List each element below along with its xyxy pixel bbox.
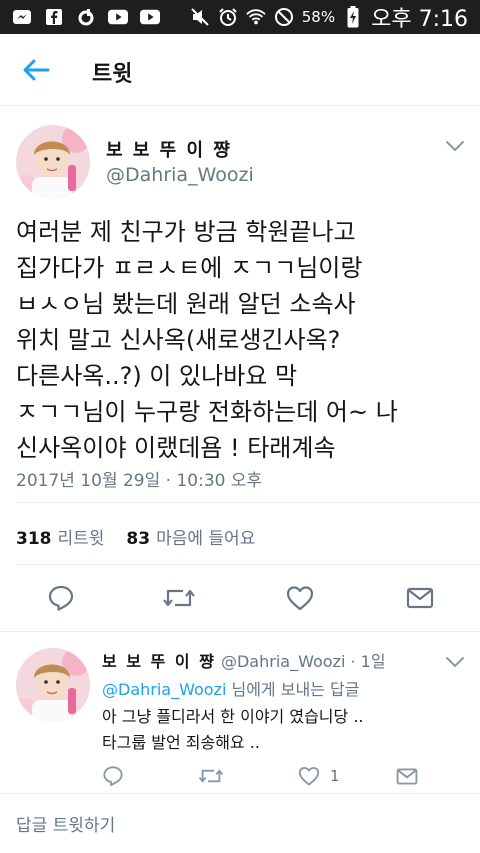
engagement-counts: 318 리트윗 83 마음에 들어요 <box>16 524 255 549</box>
tweet-text-line: 다른사옥..?) 이 있나바요 막 <box>16 362 298 390</box>
chevron-down-icon <box>446 657 464 668</box>
reply-tweet[interactable]: 보 보 뚜 이 쨩 @Dahria_Woozi · 1일 @Dahria_Woo… <box>0 632 480 794</box>
reply-actions: 1 <box>0 762 480 792</box>
kakaostory-icon <box>76 8 96 26</box>
mute-icon <box>190 8 210 26</box>
like-button[interactable] <box>283 582 317 614</box>
divider <box>16 564 480 565</box>
tweet-text-line: 신사옥이야 이랬데욤 ! 타래계속 <box>16 434 336 462</box>
app-bar: 트윗 <box>0 34 480 106</box>
retweet-count[interactable]: 318 <box>16 529 52 549</box>
retweet-icon <box>163 589 195 607</box>
tweet-text-line: ㅈㄱㄱ님이 누구랑 전화하는데 어~ 나 <box>16 398 398 426</box>
main-tweet: 보 보 뚜 이 쨩 @Dahria_Woozi 여러분 제 친구가 방금 학원끝… <box>0 106 480 632</box>
envelope-icon <box>396 767 418 785</box>
heart-icon <box>298 767 320 786</box>
tweet-actions <box>0 582 480 622</box>
chevron-down-icon <box>446 141 464 152</box>
reply-button[interactable] <box>102 762 124 790</box>
facebook-icon <box>44 8 64 26</box>
like-button[interactable]: 1 <box>298 762 340 790</box>
reply-text-line: 타그룹 발언 죄송해요 .. <box>102 733 260 752</box>
status-bar-system: 58% 오후 7:16 <box>190 0 468 34</box>
display-name[interactable]: 보 보 뚜 이 쨩 <box>102 652 216 671</box>
user-handle[interactable]: @Dahria_Woozi <box>106 164 254 186</box>
like-count: 1 <box>330 767 340 785</box>
tweet-menu-button[interactable] <box>444 138 466 152</box>
reply-text: 아 그냥 플디라서 한 이야기 였습니당 .. 타그룹 발언 죄송해요 .. <box>102 704 364 756</box>
messenger-icon <box>12 8 32 26</box>
retweet-button[interactable] <box>162 582 196 614</box>
mention-link[interactable]: @Dahria_Woozi <box>102 680 226 699</box>
status-bar: 58% 오후 7:16 <box>0 0 480 34</box>
direct-message-button[interactable] <box>403 582 437 614</box>
retweet-icon <box>198 769 224 783</box>
reply-icon <box>103 766 123 786</box>
tweet-text-line: 여러분 제 친구가 방금 학원끝나고 <box>16 218 356 246</box>
do-not-disturb-icon <box>274 8 294 26</box>
alarm-icon <box>218 8 238 26</box>
status-bar-notifications <box>12 0 160 34</box>
reply-to: @Dahria_Woozi 님에게 보내는 답글 <box>102 676 359 700</box>
youtube-icon <box>140 8 160 26</box>
arrow-left-icon <box>23 59 50 81</box>
heart-icon <box>286 586 314 611</box>
avatar[interactable] <box>16 125 90 199</box>
tweet-menu-button[interactable] <box>444 654 466 668</box>
battery-percent: 58% <box>301 8 336 26</box>
retweet-button[interactable] <box>198 762 224 790</box>
direct-message-button[interactable] <box>396 762 418 790</box>
reply-icon <box>48 585 74 611</box>
tweet-timestamp[interactable]: 2017년 10월 29일 · 10:30 오후 <box>16 466 262 491</box>
back-button[interactable] <box>20 56 52 84</box>
avatar[interactable] <box>16 648 90 722</box>
reply-meta: @Dahria_Woozi · 1일 <box>220 652 386 671</box>
reply-to-label: 님에게 보내는 답글 <box>226 680 360 699</box>
tweet-text-line: 위치 말고 신사옥(새로생긴사옥? <box>16 326 341 354</box>
tweet-text-line: ㅂㅅㅇ님 봤는데 원래 알던 소속사 <box>16 290 356 318</box>
clock: 오후 7:16 <box>371 7 468 32</box>
reply-text-line: 아 그냥 플디라서 한 이야기 였습니당 .. <box>102 707 364 726</box>
reply-composer: 답글 트윗하기 <box>0 794 480 853</box>
envelope-icon <box>406 587 434 609</box>
page-title: 트윗 <box>92 62 133 87</box>
reply-input[interactable]: 답글 트윗하기 <box>16 811 115 836</box>
retweet-count-label[interactable]: 리트윗 <box>58 524 105 549</box>
battery-charging-icon <box>343 6 363 28</box>
tweet-text-line: 집가다가 ㅍㄹㅅㅌ에 ㅈㄱㄱ님이랑 <box>16 254 363 282</box>
display-name[interactable]: 보 보 뚜 이 쨩 <box>106 136 232 162</box>
reply-button[interactable] <box>44 582 78 614</box>
youtube-icon <box>108 8 128 26</box>
divider <box>16 502 480 503</box>
like-count[interactable]: 83 <box>126 529 150 549</box>
like-count-label[interactable]: 마음에 들어요 <box>156 524 255 549</box>
wifi-icon <box>246 8 266 26</box>
tweet-text: 여러분 제 친구가 방금 학원끝나고 집가다가 ㅍㄹㅅㅌ에 ㅈㄱㄱ님이랑 ㅂㅅㅇ… <box>16 214 466 466</box>
reply-header: 보 보 뚜 이 쨩 @Dahria_Woozi · 1일 <box>102 648 386 672</box>
